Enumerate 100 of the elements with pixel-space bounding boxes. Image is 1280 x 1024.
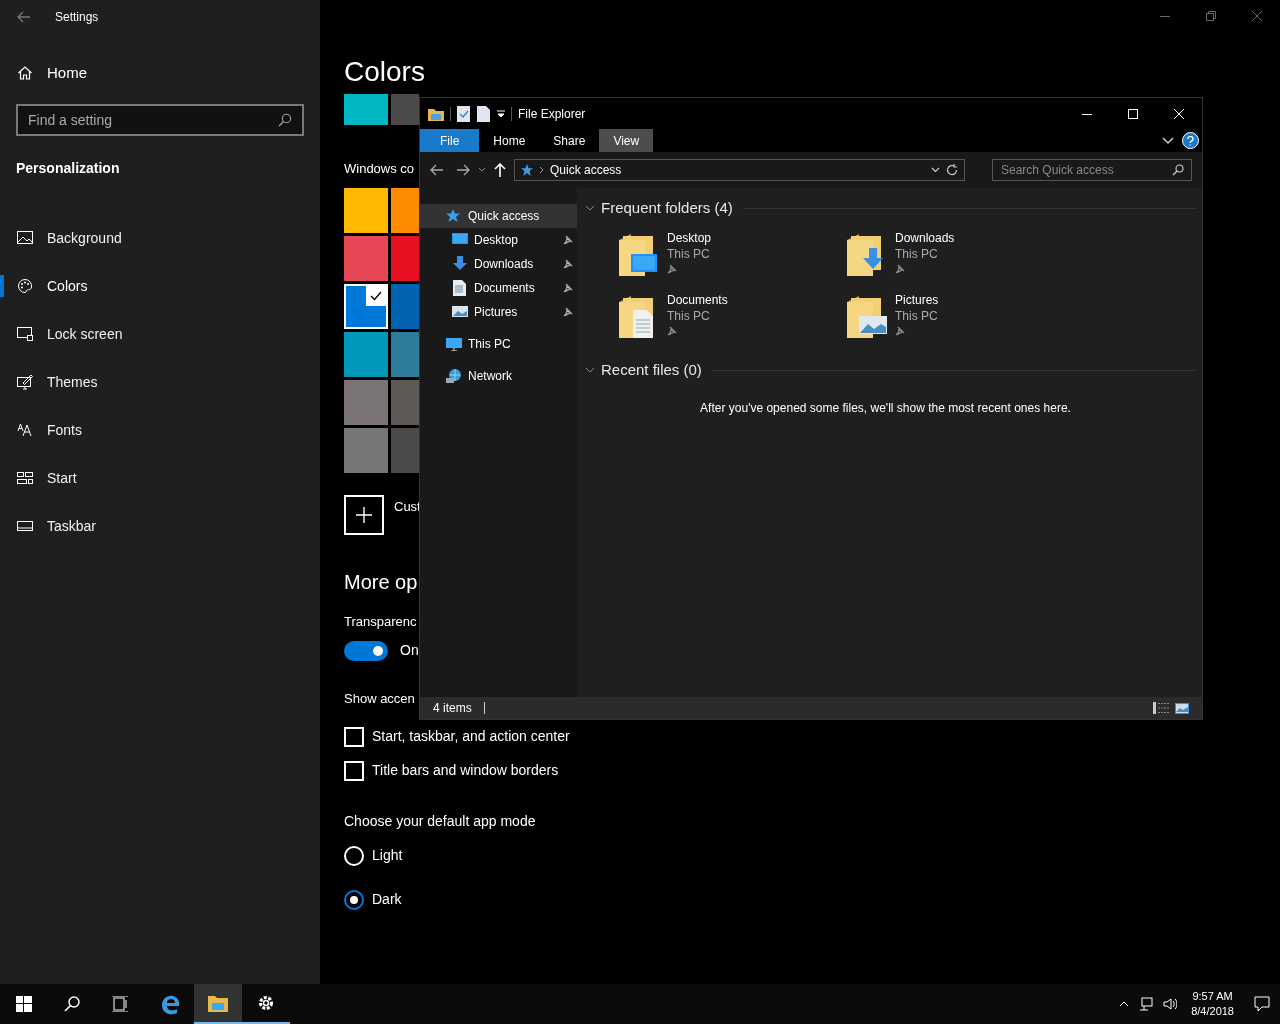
nav-item[interactable]: Start xyxy=(17,467,77,489)
tree-item[interactable]: Network xyxy=(420,364,577,388)
folder-icon xyxy=(428,106,444,121)
clock[interactable]: 9:57 AM 8/4/2018 xyxy=(1187,989,1238,1019)
restore-icon[interactable] xyxy=(1206,11,1216,21)
checkbox[interactable] xyxy=(344,726,364,747)
monitor-lock-icon xyxy=(17,326,33,342)
nav-item[interactable]: Lock screen xyxy=(17,323,123,345)
properties-icon[interactable] xyxy=(457,105,471,122)
nav-item[interactable]: Fonts xyxy=(17,419,82,441)
nav-item[interactable]: Background xyxy=(17,227,122,249)
large-icons-view-icon[interactable] xyxy=(1175,702,1189,714)
nav-item[interactable]: Themes xyxy=(17,371,98,393)
folder-tile[interactable]: Desktop This PC xyxy=(619,230,847,276)
color-swatch[interactable] xyxy=(391,379,419,425)
nav-item[interactable]: Colors xyxy=(17,275,88,297)
folder-tile[interactable]: Pictures This PC xyxy=(847,292,1075,338)
recent-locations-icon[interactable] xyxy=(478,167,486,173)
forward-arrow-icon[interactable] xyxy=(456,164,470,176)
folder-tile[interactable]: Documents This PC xyxy=(619,292,847,338)
home-link[interactable]: Home xyxy=(17,56,87,90)
windows-logo-icon[interactable] xyxy=(16,996,32,1012)
back-arrow-icon[interactable] xyxy=(17,11,31,23)
label: Cust xyxy=(394,497,421,516)
toggle-label: On xyxy=(400,641,419,660)
maximize-icon[interactable] xyxy=(1128,108,1138,119)
folder-monitor-icon xyxy=(619,232,659,276)
tree-item[interactable]: Desktop xyxy=(420,228,577,252)
window-title: File Explorer xyxy=(518,105,586,123)
notifications-icon[interactable] xyxy=(1254,996,1270,1012)
pen-monitor-icon xyxy=(17,374,33,390)
collapse-chevron-icon[interactable] xyxy=(585,367,595,373)
folder-location: This PC xyxy=(895,246,939,262)
expand-ribbon-icon[interactable] xyxy=(1162,136,1174,145)
radio-label: Light xyxy=(372,846,403,865)
chevron-up-icon[interactable] xyxy=(1119,1001,1130,1007)
back-arrow-icon[interactable] xyxy=(430,164,444,176)
collapse-chevron-icon[interactable] xyxy=(585,205,595,211)
details-view-icon[interactable] xyxy=(1153,702,1169,714)
folder-location: This PC xyxy=(895,308,939,324)
tree-item[interactable]: This PC xyxy=(420,332,577,356)
tiles-icon xyxy=(17,470,33,486)
help-icon[interactable] xyxy=(1182,132,1199,149)
color-swatch[interactable] xyxy=(391,94,419,125)
folder-picture-icon xyxy=(847,294,887,338)
color-swatch[interactable] xyxy=(344,235,388,281)
network-icon[interactable] xyxy=(1139,997,1154,1011)
color-swatch[interactable] xyxy=(344,187,388,233)
add-custom-color-button[interactable] xyxy=(344,494,384,535)
color-swatch[interactable] xyxy=(391,235,419,281)
address-bar[interactable]: Quick access xyxy=(514,159,965,181)
new-folder-icon[interactable] xyxy=(477,105,491,122)
ribbon-tab[interactable]: Home xyxy=(479,129,540,152)
nav-item[interactable]: Taskbar xyxy=(17,515,97,537)
chevron-icon xyxy=(539,166,544,174)
task-view-icon[interactable] xyxy=(112,996,128,1012)
folder-name: Desktop xyxy=(667,230,712,246)
computer-icon xyxy=(446,337,462,351)
search-icon[interactable] xyxy=(64,996,80,1012)
color-swatch[interactable] xyxy=(344,94,388,125)
window-title: Settings xyxy=(55,9,99,26)
section-heading: Personalization xyxy=(16,159,121,178)
tree-item[interactable]: Quick access xyxy=(420,204,577,228)
up-arrow-icon[interactable] xyxy=(494,163,506,177)
taskbar-icon xyxy=(17,518,33,534)
group-heading: Recent files (0) xyxy=(601,359,702,380)
label: Show accen xyxy=(344,690,415,708)
ribbon-tab[interactable]: View xyxy=(599,129,654,152)
search-field[interactable]: Search Quick access xyxy=(992,159,1192,181)
color-swatch[interactable] xyxy=(344,379,388,425)
dropdown-icon xyxy=(931,167,940,173)
check-icon xyxy=(366,285,386,306)
tree-item[interactable]: Documents xyxy=(420,276,577,300)
palette-icon xyxy=(17,278,33,294)
color-swatch[interactable] xyxy=(391,427,419,473)
search-field[interactable]: Find a setting xyxy=(16,104,304,136)
color-swatch[interactable] xyxy=(391,331,419,377)
status-text: 4 items xyxy=(433,700,472,717)
color-swatch[interactable] xyxy=(391,283,419,329)
file-menu-button[interactable]: File xyxy=(420,129,480,152)
volume-icon[interactable] xyxy=(1163,997,1178,1011)
taskbar-app-button[interactable] xyxy=(194,984,242,1024)
folder-name: Downloads xyxy=(895,230,955,246)
checkbox[interactable] xyxy=(344,760,364,781)
radio-button[interactable] xyxy=(344,889,364,910)
folder-name: Documents xyxy=(667,292,728,308)
dropdown-icon[interactable] xyxy=(497,109,505,118)
color-swatch[interactable] xyxy=(344,283,388,329)
tree-item[interactable]: Downloads xyxy=(420,252,577,276)
tree-item[interactable]: Pictures xyxy=(420,300,577,324)
section-heading: More op xyxy=(344,569,418,595)
color-swatch[interactable] xyxy=(391,187,419,233)
toggle-switch[interactable] xyxy=(344,640,388,661)
color-swatch[interactable] xyxy=(344,427,388,473)
folder-location: This PC xyxy=(667,308,711,324)
checkbox-label: Title bars and window borders xyxy=(372,761,559,780)
color-swatch[interactable] xyxy=(344,331,388,377)
ribbon-tab[interactable]: Share xyxy=(539,129,600,152)
folder-tile[interactable]: Downloads This PC xyxy=(847,230,1075,276)
plus-icon xyxy=(355,505,373,524)
